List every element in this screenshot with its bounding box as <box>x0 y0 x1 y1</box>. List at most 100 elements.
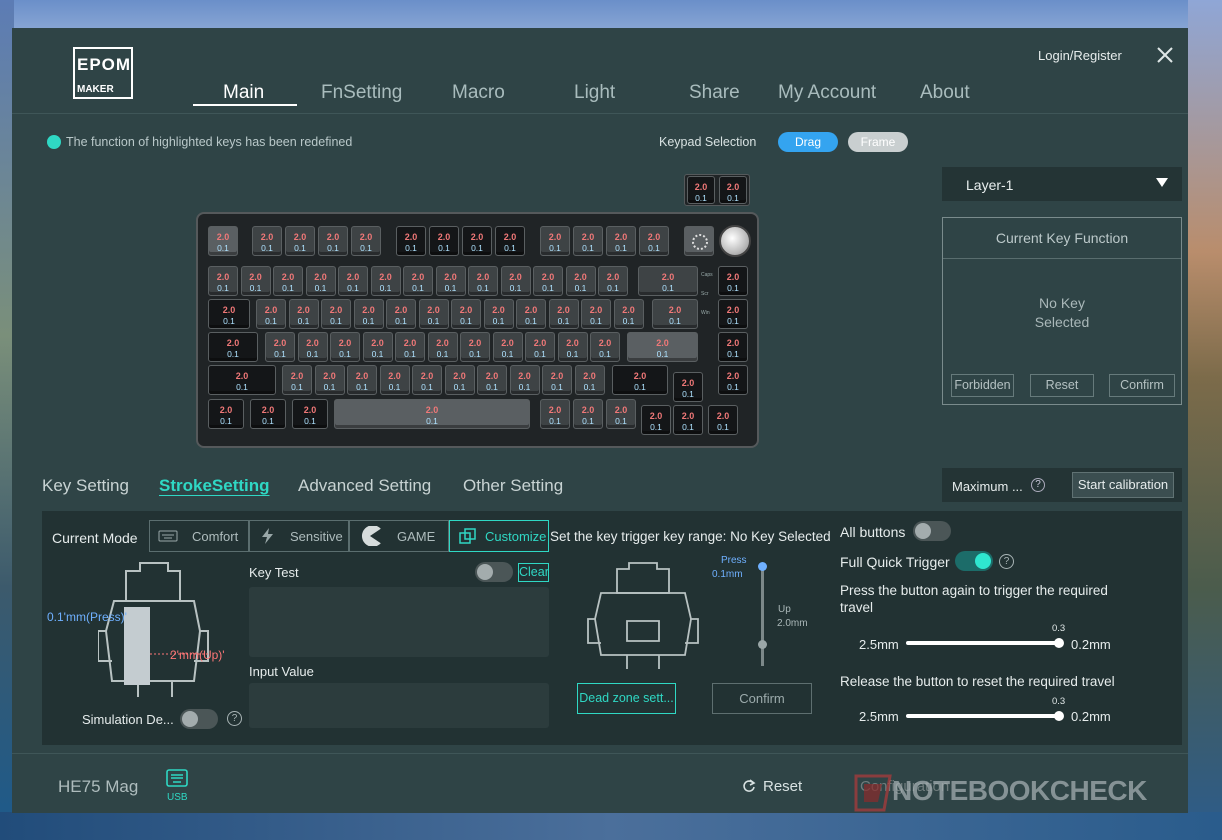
keyboard-key[interactable]: 2.0 0.1 <box>639 226 669 256</box>
tab-my-account[interactable]: My Account <box>778 82 876 104</box>
keyboard-key[interactable]: 2.0 0.1 <box>288 299 319 329</box>
press-slider-thumb[interactable] <box>1054 638 1064 648</box>
keyboard-key[interactable]: 2.0 0.1 <box>351 226 381 256</box>
keyboard-key[interactable]: 2.0 0.1 <box>395 332 425 362</box>
keyboard-key[interactable]: 2.0 0.1 <box>334 399 530 429</box>
keyboard-key[interactable]: 2.0 0.1 <box>208 399 244 429</box>
help-icon[interactable]: ? <box>227 711 242 726</box>
tab-stroke-setting[interactable]: StrokeSetting <box>159 476 270 496</box>
tab-fnsetting[interactable]: FnSetting <box>321 82 402 104</box>
tab-about[interactable]: About <box>920 82 970 104</box>
keyboard-key[interactable]: 2.0 0.1 <box>285 226 315 256</box>
keyboard-key[interactable]: 2.0 0.1 <box>492 332 523 362</box>
keyboard-key[interactable]: 2.0 0.1 <box>590 332 620 362</box>
confirm-key-button[interactable]: Confirm <box>1109 374 1175 397</box>
keyboard-key[interactable]: 2.0 0.1 <box>444 365 475 395</box>
keyboard-key[interactable]: 2.0 0.1 <box>273 266 303 296</box>
keyboard-key[interactable]: 2.0 0.1 <box>305 266 336 296</box>
keyboard-key[interactable]: 2.0 0.1 <box>208 266 238 296</box>
keyboard-key[interactable]: 2.0 0.1 <box>548 299 579 329</box>
keyboard-key[interactable]: 2.0 0.1 <box>321 299 351 329</box>
keyboard-key[interactable]: 2.0 0.1 <box>673 372 703 402</box>
light-gear-icon[interactable] <box>684 226 714 256</box>
keyboard-key[interactable]: 2.0 0.1 <box>718 299 748 329</box>
keyboard-key[interactable]: 2.0 0.1 <box>451 299 481 329</box>
keyboard-key[interactable]: 2.0 0.1 <box>673 405 703 435</box>
keyboard-key[interactable]: 2.0 0.1 <box>208 299 250 329</box>
keyboard-key[interactable]: 2.0 0.1 <box>495 226 525 256</box>
keyboard-key[interactable]: 2.0 0.1 <box>574 365 605 395</box>
keyboard-key[interactable]: 2.0 0.1 <box>613 299 644 329</box>
keyboard-key[interactable]: 2.0 0.1 <box>581 299 611 329</box>
keyboard-key[interactable]: 2.0 0.1 <box>500 266 531 296</box>
keyboard-key[interactable]: 2.0 0.1 <box>379 365 410 395</box>
keyboard-key[interactable]: 2.0 0.1 <box>573 399 603 429</box>
reset-key-button[interactable]: Reset <box>1030 374 1094 397</box>
keyboard-key[interactable]: 2.0 0.1 <box>252 226 282 256</box>
press-trigger-slider[interactable] <box>906 641 1060 645</box>
keyboard-key[interactable]: 2.0 0.1 <box>347 365 377 395</box>
usb-keyboard-icon[interactable] <box>165 768 189 790</box>
keyboard-key[interactable]: 2.0 0.1 <box>718 266 748 296</box>
keyboard-key[interactable]: 2.0 0.1 <box>318 226 348 256</box>
tab-macro[interactable]: Macro <box>452 82 505 104</box>
keyboard-key[interactable]: 2.0 0.1 <box>396 226 426 256</box>
clear-button[interactable]: Clear <box>518 563 549 582</box>
keyboard-key[interactable]: 2.0 0.1 <box>338 266 368 296</box>
keyboard-key[interactable]: 2.0 0.1 <box>282 365 312 395</box>
release-slider-thumb[interactable] <box>1054 711 1064 721</box>
keyboard-key[interactable]: 2.0 0.1 <box>516 299 546 329</box>
keyboard-key[interactable]: 2.0 0.1 <box>250 399 286 429</box>
keyboard-key[interactable]: 2.0 0.1 <box>687 176 715 204</box>
mode-game[interactable]: GAME <box>349 520 449 552</box>
volume-knob[interactable] <box>719 225 751 257</box>
keyboard-key[interactable]: 2.0 0.1 <box>462 226 492 256</box>
keyboard-key[interactable]: 2.0 0.1 <box>612 365 668 395</box>
close-icon[interactable] <box>1154 44 1176 66</box>
drag-button[interactable]: Drag <box>778 132 838 152</box>
keyboard-key[interactable]: 2.0 0.1 <box>208 332 258 362</box>
mode-sensitive[interactable]: Sensitive <box>249 520 349 552</box>
keyboard-key[interactable]: 2.0 0.1 <box>652 299 698 329</box>
layer-dropdown[interactable]: Layer-1 <box>942 167 1182 201</box>
full-quick-trigger-toggle[interactable] <box>955 551 993 571</box>
keyboard-key[interactable]: 2.0 0.1 <box>718 365 748 395</box>
help-icon[interactable]: ? <box>1031 478 1045 492</box>
dead-zone-settings-button[interactable]: Dead zone sett... <box>577 683 676 714</box>
tab-other-setting[interactable]: Other Setting <box>463 476 563 496</box>
keyboard-key[interactable]: 2.0 0.1 <box>370 266 401 296</box>
press-slider-handle[interactable] <box>758 562 767 571</box>
keyboard-key[interactable]: 2.0 0.1 <box>330 332 360 362</box>
keyboard-key[interactable]: 2.0 0.1 <box>641 405 671 435</box>
keyboard-key[interactable]: 2.0 0.1 <box>353 299 384 329</box>
keyboard-key[interactable]: 2.0 0.1 <box>719 176 747 204</box>
keyboard-key[interactable]: 2.0 0.1 <box>598 266 628 296</box>
keyboard-key[interactable]: 2.0 0.1 <box>256 299 286 329</box>
input-value-area[interactable] <box>249 683 549 728</box>
keyboard-key[interactable]: 2.0 0.1 <box>240 266 271 296</box>
keyboard-key[interactable]: 2.0 0.1 <box>540 226 570 256</box>
keyboard-key[interactable]: 2.0 0.1 <box>533 266 563 296</box>
keyboard-key[interactable]: 2.0 0.1 <box>565 266 596 296</box>
keyboard-key[interactable]: 2.0 0.1 <box>208 365 276 395</box>
keyboard-key[interactable]: 2.0 0.1 <box>297 332 328 362</box>
mode-customize[interactable]: Customize <box>449 520 549 552</box>
tab-advanced-setting[interactable]: Advanced Setting <box>298 476 431 496</box>
key-test-toggle[interactable] <box>475 562 513 582</box>
keyboard-key[interactable]: 2.0 0.1 <box>483 299 514 329</box>
keyboard-key[interactable]: 2.0 0.1 <box>429 226 459 256</box>
frame-button[interactable]: Frame <box>848 132 908 152</box>
keyboard-key[interactable]: 2.0 0.1 <box>540 399 570 429</box>
up-slider-handle[interactable] <box>758 640 767 649</box>
keyboard-key[interactable]: 2.0 0.1 <box>265 332 295 362</box>
forbidden-button[interactable]: Forbidden <box>951 374 1014 397</box>
tab-share[interactable]: Share <box>689 82 740 104</box>
keyboard-key[interactable]: 2.0 0.1 <box>460 332 490 362</box>
keyboard-key[interactable]: 2.0 0.1 <box>525 332 555 362</box>
keyboard-key[interactable]: 2.0 0.1 <box>292 399 328 429</box>
simulation-toggle[interactable] <box>180 709 218 729</box>
keyboard-key[interactable]: 2.0 0.1 <box>314 365 345 395</box>
tab-main[interactable]: Main <box>223 82 264 104</box>
keyboard-key[interactable]: 2.0 0.1 <box>573 226 603 256</box>
keyboard-key[interactable]: 2.0 0.1 <box>509 365 540 395</box>
